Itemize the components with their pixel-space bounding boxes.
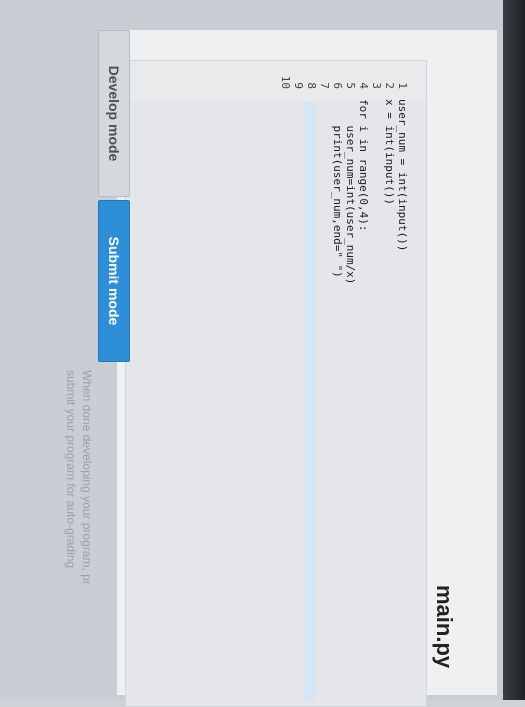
code-line[interactable]: 8: [305, 61, 318, 701]
code-line[interactable]: 2 x = int(input()): [383, 61, 396, 701]
instruction-line: submit your program for auto-grading: [64, 370, 78, 569]
code-line[interactable]: 5 user_num=int(user_num/x): [344, 61, 357, 701]
code-line[interactable]: 6 print(user_num,end=" "): [331, 61, 344, 701]
code-text[interactable]: print(user_num,end=" "): [331, 99, 344, 277]
code-line[interactable]: 1 user_num = int(input()): [396, 61, 409, 701]
mode-toggle: Develop mode Submit mode: [98, 30, 130, 390]
line-number: 1: [396, 82, 409, 89]
line-number: 7: [318, 82, 331, 89]
monitor-bezel: [503, 0, 525, 700]
code-line[interactable]: 10: [279, 61, 292, 701]
code-editor[interactable]: 1 user_num = int(input()) 2 x = int(input()…: [125, 60, 427, 707]
code-text[interactable]: x = int(input()): [383, 99, 396, 205]
screen: main.py 1 user_num = int(input()) 2 x = int…: [0, 0, 525, 707]
code-text[interactable]: for i in range(0,4):: [357, 99, 370, 231]
code-text[interactable]: user_num = int(input()): [396, 99, 409, 251]
line-number: 2: [383, 82, 396, 89]
line-number: 9: [292, 82, 305, 89]
line-number: 10: [279, 75, 292, 89]
code-line[interactable]: 7: [318, 61, 331, 701]
submit-mode-button[interactable]: Submit mode: [98, 200, 130, 362]
instruction-text: When done developing your program, pr su…: [63, 370, 95, 700]
code-line[interactable]: 4 for i in range(0,4):: [357, 61, 370, 701]
file-title: main.py: [432, 585, 457, 669]
code-line[interactable]: 3: [370, 61, 383, 701]
develop-mode-button[interactable]: Develop mode: [98, 30, 130, 197]
line-number: 3: [370, 82, 383, 89]
line-number: 5: [344, 82, 357, 89]
line-number: 4: [357, 82, 370, 89]
line-number: 8: [305, 82, 318, 89]
code-line[interactable]: 9: [292, 61, 305, 701]
instruction-line: When done developing your program, pr: [80, 370, 94, 585]
code-text[interactable]: user_num=int(user_num/x): [344, 99, 357, 284]
editor-panel: main.py 1 user_num = int(input()) 2 x = int…: [117, 30, 497, 707]
line-number: 6: [331, 82, 344, 89]
